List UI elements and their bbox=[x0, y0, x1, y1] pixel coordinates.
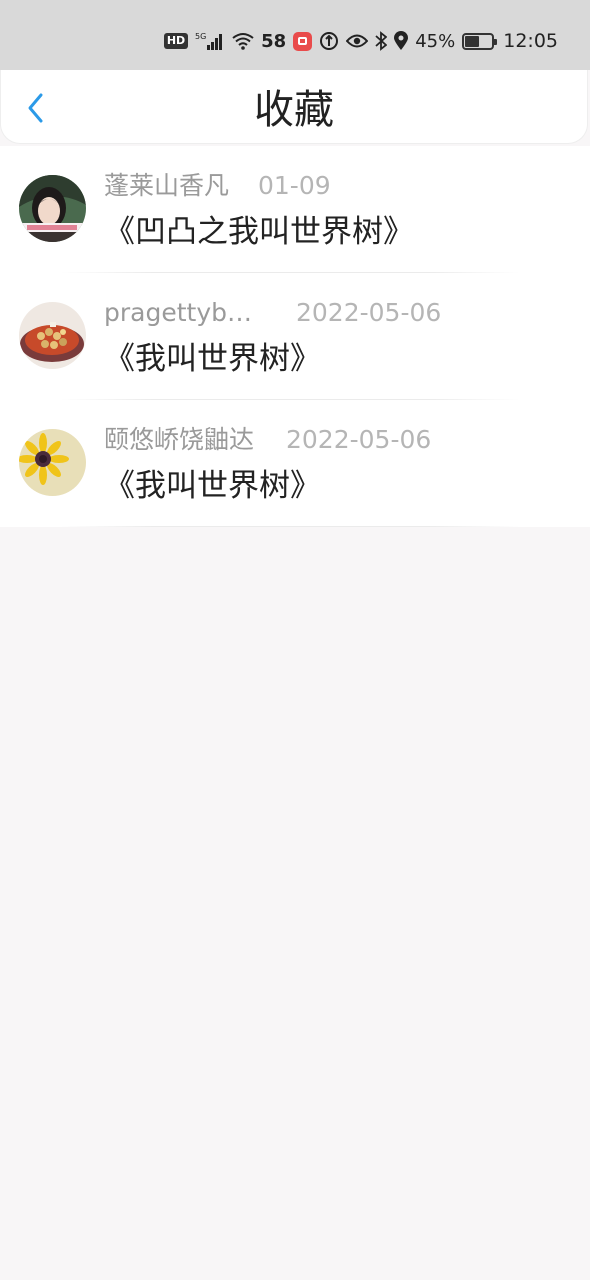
item-meta: 蓬莱山香凡 01-09 bbox=[104, 168, 564, 204]
list-item[interactable]: 蓬莱山香凡 01-09 《凹凸之我叫世界树》 bbox=[0, 146, 590, 273]
avatar[interactable] bbox=[19, 429, 86, 496]
eye-icon bbox=[346, 33, 369, 49]
clock-text: 12:05 bbox=[503, 30, 558, 52]
location-icon bbox=[394, 31, 409, 51]
book-title[interactable]: 《我叫世界树》 bbox=[104, 339, 321, 379]
battery-percent-text: 45% bbox=[415, 30, 456, 52]
date: 2022-05-06 bbox=[296, 298, 442, 327]
status-bar: HD 5G 58 45% 12:05 bbox=[0, 0, 590, 70]
date: 01-09 bbox=[258, 171, 331, 200]
username[interactable]: pragettyb… bbox=[104, 295, 252, 331]
date: 2022-05-06 bbox=[286, 425, 432, 454]
signal-icon: 5G bbox=[195, 31, 225, 51]
status-icons: HD 5G 58 45% 12:05 bbox=[163, 30, 558, 52]
avatar-food-photo bbox=[19, 302, 86, 369]
username[interactable]: 颐悠峤饶鼬达 bbox=[104, 422, 254, 458]
list-item[interactable]: pragettyb… 2022-05-06 《我叫世界树》 bbox=[0, 273, 590, 400]
net-speed-text: 58 bbox=[261, 30, 287, 52]
page-title: 收藏 bbox=[254, 87, 334, 133]
hd-icon: HD bbox=[163, 33, 189, 49]
item-meta: pragettyb… 2022-05-06 bbox=[104, 295, 564, 331]
app-badge-icon bbox=[293, 31, 313, 51]
list-item[interactable]: 颐悠峤饶鼬达 2022-05-06 《我叫世界树》 bbox=[0, 400, 590, 527]
nav-bar: 收藏 bbox=[0, 70, 588, 144]
book-title[interactable]: 《我叫世界树》 bbox=[104, 466, 321, 506]
favorites-list: 蓬莱山香凡 01-09 《凹凸之我叫世界树》 pragettyb… 2022-0… bbox=[0, 146, 590, 527]
avatar[interactable] bbox=[19, 175, 86, 242]
wifi-icon bbox=[232, 32, 254, 50]
avatar-girl-photo bbox=[19, 175, 86, 242]
data-saver-icon bbox=[319, 31, 339, 51]
avatar[interactable] bbox=[19, 302, 86, 369]
username[interactable]: 蓬莱山香凡 bbox=[104, 168, 229, 204]
battery-icon bbox=[462, 32, 498, 50]
item-meta: 颐悠峤饶鼬达 2022-05-06 bbox=[104, 422, 564, 458]
bluetooth-icon bbox=[375, 31, 388, 51]
book-title[interactable]: 《凹凸之我叫世界树》 bbox=[104, 212, 414, 252]
avatar-sunflower-photo bbox=[19, 429, 86, 496]
divider bbox=[60, 526, 520, 527]
network-type-label: 5G bbox=[195, 32, 206, 41]
